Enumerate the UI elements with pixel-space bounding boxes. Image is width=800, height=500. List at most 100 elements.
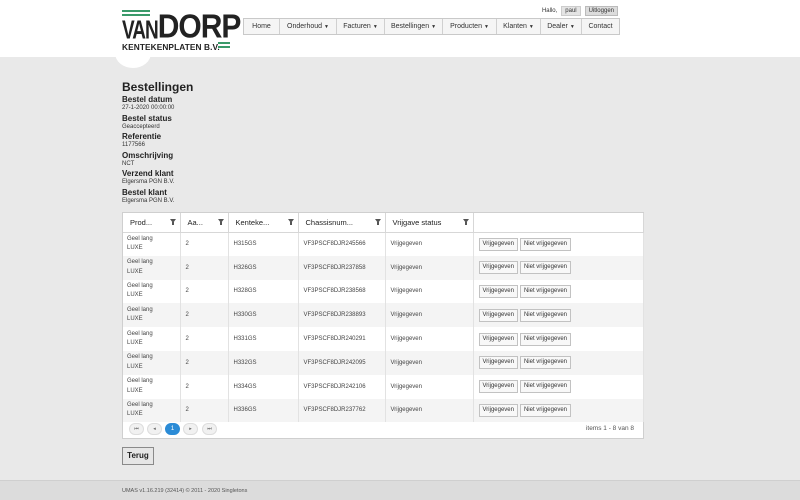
table-row[interactable]: Geel lang LUXE 2 H331GS VF3PSCF8DJR240291 Vri… (123, 327, 644, 351)
cell-status: Vrijgegeven (385, 255, 474, 280)
detail-value: Elgersma PGN B.V. (122, 197, 175, 204)
table-row[interactable]: Geel lang LUXE 2 H328GS VF3PSCF8DJR238568 Vri… (123, 279, 644, 304)
page-title: Bestellingen (122, 80, 194, 94)
release-button[interactable]: Vrijgegeven (478, 284, 518, 298)
greeting: Hallo, (541, 8, 558, 14)
cell-amount: 2 (180, 303, 229, 328)
table-row[interactable]: Geel lang LUXE 2 H315GS VF3PSCF8DJR245566 Vri… (123, 232, 644, 256)
filter-icon[interactable] (374, 219, 381, 225)
cell-status: Vrijgegeven (385, 279, 474, 304)
cell-actions: Vrijgegeven Niet vrijgegeven (473, 232, 644, 256)
release-button[interactable]: Vrijgegeven (478, 308, 518, 322)
cell-product: Geel lang LUXE (123, 232, 181, 256)
detail-label: Bestel klant (122, 187, 167, 197)
cell-status: Vrijgegeven (385, 350, 474, 375)
column-header-amount[interactable]: Aa... (180, 213, 229, 233)
logo-subtitle: KENTEKENPLATEN B.V. (122, 42, 220, 52)
filter-icon[interactable] (217, 219, 224, 225)
pager-prev-button[interactable]: ◂ (147, 423, 162, 435)
table-row[interactable]: Geel lang LUXE 2 H326GS VF3PSCF8DJR237858 Vri… (123, 255, 644, 280)
nav-contact[interactable]: Contact (582, 19, 619, 34)
nav-onderhoud[interactable]: Onderhoud ▼ (280, 19, 337, 34)
cell-actions: Vrijgegeven Niet vrijgegeven (473, 279, 644, 304)
pager-next-button[interactable]: ▸ (183, 423, 198, 435)
main-nav: Home Onderhoud ▼ Facturen ▼ Bestellingen ▼ … (243, 18, 620, 35)
detail-label: Bestel status (122, 113, 172, 123)
back-button[interactable]: Terug (122, 447, 154, 465)
cell-plate: H330GS (228, 303, 299, 328)
chevron-down-icon: ▼ (528, 24, 534, 30)
username[interactable]: paul (561, 6, 581, 16)
table-row[interactable]: Geel lang LUXE 2 H334GS VF3PSCF8DJR242106 Vri… (123, 374, 644, 399)
unrelease-button[interactable]: Niet vrijgegeven (519, 237, 571, 251)
release-button[interactable]: Vrijgegeven (478, 237, 518, 251)
cell-amount: 2 (180, 374, 229, 399)
filter-icon[interactable] (462, 219, 469, 225)
release-button[interactable]: Vrijgegeven (478, 356, 518, 370)
cell-plate: H315GS (228, 232, 299, 256)
pager: ⏮ ◂ 1 ▸ ⏭ items 1 - 8 van 8 (123, 419, 643, 439)
release-button[interactable]: Vrijgegeven (478, 261, 518, 275)
cell-actions: Vrijgegeven Niet vrijgegeven (473, 303, 644, 328)
nav-home[interactable]: Home (244, 19, 280, 34)
cell-chassis: VF3PSCF8DJR238568 (298, 279, 386, 304)
detail-value: NCT (122, 160, 135, 167)
cell-product: Geel lang LUXE (123, 374, 181, 399)
grid-header-row: Prod... Aa... Kenteke... Chassisnum... V… (123, 213, 644, 233)
filter-icon[interactable] (169, 219, 176, 225)
cell-chassis: VF3PSCF8DJR245566 (298, 232, 386, 256)
cell-actions: Vrijgegeven Niet vrijgegeven (473, 327, 644, 351)
column-header-status[interactable]: Vrijgave status (385, 213, 474, 233)
cell-chassis: VF3PSCF8DJR242095 (298, 350, 386, 375)
unrelease-button[interactable]: Niet vrijgegeven (519, 403, 571, 417)
unrelease-button[interactable]: Niet vrijgegeven (519, 308, 571, 322)
filter-icon[interactable] (287, 219, 294, 225)
detail-value: Geaccepteerd (122, 123, 160, 130)
pager-info: items 1 - 8 van 8 (585, 425, 634, 432)
release-button[interactable]: Vrijgegeven (478, 332, 518, 346)
column-header-plate[interactable]: Kenteke... (228, 213, 299, 233)
column-header-product[interactable]: Prod... (123, 213, 181, 233)
cell-plate: H331GS (228, 327, 299, 351)
logo-wordmark: VANDORP (122, 8, 241, 46)
nav-facturen[interactable]: Facturen ▼ (337, 19, 385, 34)
nav-klanten[interactable]: Klanten ▼ (497, 19, 541, 34)
release-button[interactable]: Vrijgegeven (478, 380, 518, 394)
detail-value: 1177566 (122, 142, 145, 148)
nav-dealer[interactable]: Dealer ▼ (541, 19, 582, 34)
order-details: Bestel datum 27-1-2020 00:00:00 Bestel s… (122, 95, 174, 206)
chevron-down-icon: ▼ (569, 24, 575, 30)
cell-plate: H332GS (228, 350, 299, 375)
table-row[interactable]: Geel lang LUXE 2 H332GS VF3PSCF8DJR242095 Vri… (123, 350, 644, 375)
detail-label: Referentie (122, 132, 162, 141)
cell-product: Geel lang LUXE (123, 279, 181, 304)
order-lines-grid: Prod... Aa... Kenteke... Chassisnum... V… (122, 212, 644, 439)
unrelease-button[interactable]: Niet vrijgegeven (519, 261, 571, 275)
logo[interactable]: VANDORP KENTEKENPLATEN B.V. (122, 10, 241, 55)
release-button[interactable]: Vrijgegeven (478, 403, 518, 417)
logout-button[interactable]: Uitloggen (584, 6, 618, 16)
pager-first-button[interactable]: ⏮ (129, 423, 144, 435)
pager-last-button[interactable]: ⏭ (202, 423, 217, 435)
unrelease-button[interactable]: Niet vrijgegeven (519, 332, 571, 346)
nav-bestellingen[interactable]: Bestellingen ▼ (385, 19, 443, 34)
pager-page-button[interactable]: 1 (165, 423, 180, 435)
cell-actions: Vrijgegeven Niet vrijgegeven (473, 255, 644, 280)
cell-amount: 2 (180, 350, 229, 375)
chevron-down-icon: ▼ (372, 24, 378, 30)
detail-value: 27-1-2020 00:00:00 (122, 105, 175, 111)
cell-actions: Vrijgegeven Niet vrijgegeven (473, 350, 644, 375)
cell-plate: H334GS (228, 374, 299, 399)
unrelease-button[interactable]: Niet vrijgegeven (519, 284, 571, 298)
unrelease-button[interactable]: Niet vrijgegeven (519, 356, 571, 370)
detail-label: Bestel datum (122, 95, 173, 104)
column-header-chassis[interactable]: Chassisnum... (298, 213, 386, 233)
cell-product: Geel lang LUXE (123, 327, 181, 351)
nav-producten[interactable]: Producten ▼ (443, 19, 497, 34)
footer: UMAS v1.16.219 (32414) © 2011 - 2020 Sin… (0, 480, 800, 500)
table-row[interactable]: Geel lang LUXE 2 H330GS VF3PSCF8DJR238893 Vri… (123, 303, 644, 328)
column-header-actions (473, 213, 644, 233)
detail-label: Omschrijving (122, 150, 174, 160)
unrelease-button[interactable]: Niet vrijgegeven (519, 380, 571, 394)
chevron-down-icon: ▼ (324, 24, 329, 30)
